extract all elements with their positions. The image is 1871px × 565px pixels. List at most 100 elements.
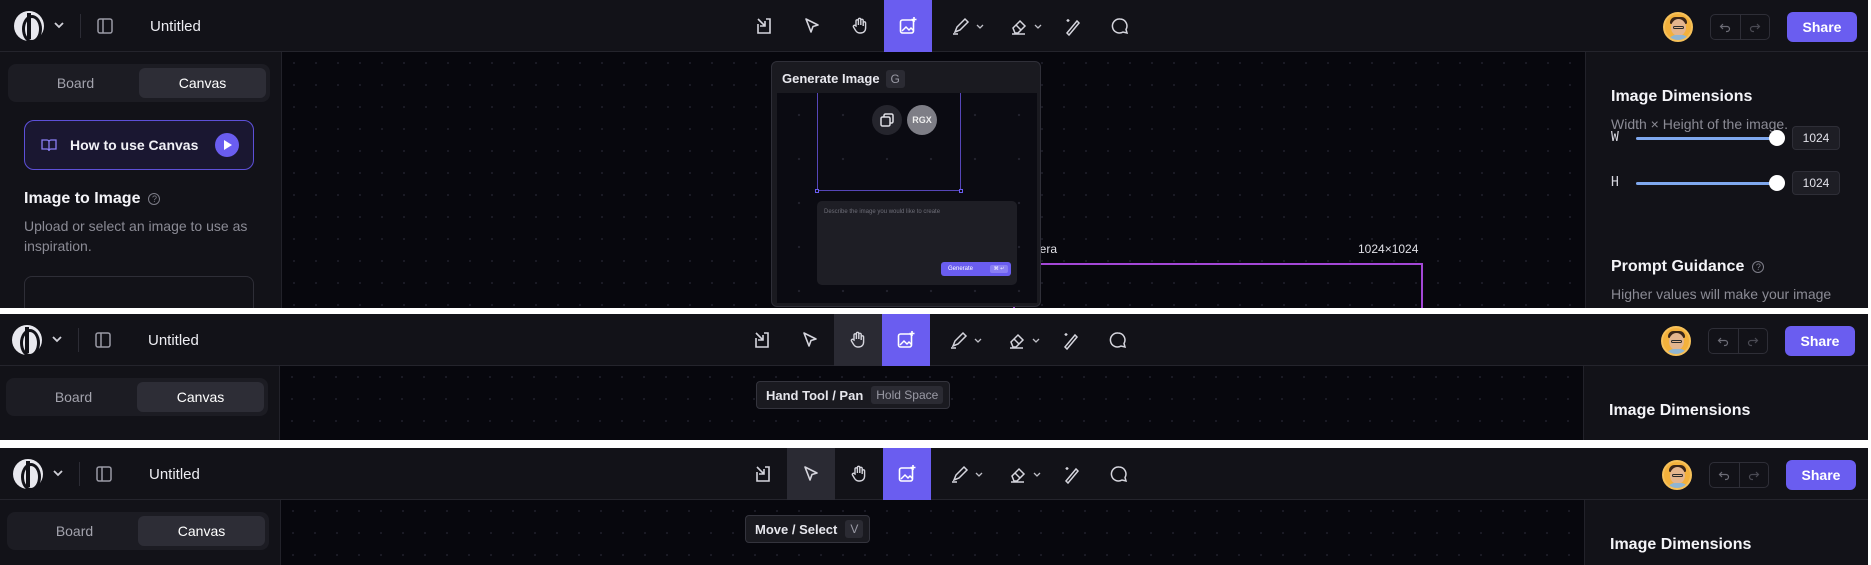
avatar[interactable] — [1663, 12, 1693, 42]
pen-tool[interactable] — [930, 314, 988, 366]
magic-wand-tool[interactable] — [1047, 448, 1095, 500]
tab-board[interactable]: Board — [12, 68, 139, 98]
magic-wand-icon — [1064, 467, 1080, 484]
document-title[interactable]: Untitled — [148, 332, 199, 349]
import-tool[interactable] — [738, 314, 786, 366]
pen-tool[interactable] — [931, 448, 989, 500]
generate-image-tool[interactable] — [882, 314, 930, 366]
height-input[interactable]: 1024 — [1792, 171, 1840, 195]
help-icon[interactable]: ? — [148, 193, 161, 205]
redo-icon — [1747, 337, 1759, 347]
select-tool[interactable] — [786, 314, 834, 366]
sidebar-toggle-icon[interactable] — [94, 331, 112, 349]
canvas-area[interactable] — [282, 500, 1584, 565]
image-dimensions-title: Image Dimensions — [1611, 88, 1753, 105]
chevron-down-icon[interactable] — [52, 18, 66, 32]
eraser-tool[interactable] — [988, 314, 1046, 366]
right-sidebar: Image Dimensions Width × Height of the i… — [1585, 52, 1868, 308]
import-tool[interactable] — [740, 0, 788, 52]
tab-canvas[interactable]: Canvas — [137, 382, 264, 412]
redo-button[interactable] — [1737, 329, 1768, 353]
book-icon — [41, 139, 57, 152]
redo-button[interactable] — [1738, 463, 1769, 487]
comment-tool[interactable] — [1096, 0, 1144, 52]
shortcut-key: Hold Space — [871, 386, 944, 404]
move-tool-tooltip: Move / Select V — [745, 515, 871, 543]
shortcut-key: G — [885, 70, 905, 88]
screen-generate-image: Untitled Share Board Canvas How to use C… — [0, 0, 1868, 308]
sidebar-toggle-icon[interactable] — [95, 465, 113, 483]
image-to-image-description: Upload or select an image to use as insp… — [24, 218, 248, 254]
document-title[interactable]: Untitled — [149, 466, 200, 483]
height-slider-track[interactable] — [1636, 182, 1776, 185]
tab-canvas[interactable]: Canvas — [139, 68, 266, 98]
toolbar — [739, 448, 1143, 500]
cursor-icon — [803, 332, 817, 347]
magic-wand-icon — [1063, 333, 1079, 350]
share-button[interactable]: Share — [1787, 12, 1857, 42]
image-upload-dropzone[interactable] — [24, 276, 254, 308]
import-icon — [757, 18, 771, 34]
how-to-use-canvas-button[interactable]: How to use Canvas — [24, 120, 254, 170]
eraser-icon — [1010, 333, 1025, 349]
hand-tool[interactable] — [834, 314, 882, 366]
logo-icon[interactable] — [13, 459, 43, 491]
generate-image-tool[interactable] — [884, 0, 932, 52]
comment-tool[interactable] — [1095, 448, 1143, 500]
height-slider-thumb[interactable] — [1769, 175, 1785, 191]
tab-board[interactable]: Board — [11, 516, 138, 546]
generation-frame[interactable] — [1013, 263, 1423, 308]
preview-generate-button: Generate ⌘ ↵ — [941, 262, 1011, 276]
width-input[interactable]: 1024 — [1792, 126, 1840, 150]
eraser-tool[interactable] — [989, 448, 1047, 500]
toolbar — [738, 314, 1142, 366]
preview-prompt-box: Describe the image you would like to cre… — [817, 201, 1017, 285]
sidebar-toggle-icon[interactable] — [96, 17, 114, 35]
comment-icon — [1111, 18, 1129, 35]
help-icon[interactable]: ? — [1752, 261, 1765, 273]
import-tool[interactable] — [739, 448, 787, 500]
left-sidebar: Board Canvas — [0, 500, 281, 565]
tab-canvas[interactable]: Canvas — [138, 516, 265, 546]
chevron-down-icon[interactable] — [50, 332, 64, 346]
left-sidebar: Board Canvas How to use Canvas Image to … — [0, 52, 282, 308]
share-button[interactable]: Share — [1785, 326, 1855, 356]
generate-image-tool[interactable] — [883, 448, 931, 500]
hand-tool[interactable] — [835, 448, 883, 500]
image-to-image-title: Image to Image? — [24, 190, 161, 208]
redo-button[interactable] — [1739, 15, 1770, 39]
magic-wand-tool[interactable] — [1046, 314, 1094, 366]
prompt-guidance-description: Higher values will make your image — [1611, 286, 1832, 302]
eraser-tool[interactable] — [990, 0, 1048, 52]
select-tool[interactable] — [787, 448, 835, 500]
divider — [80, 14, 81, 38]
undo-button[interactable] — [1710, 463, 1739, 487]
undo-button[interactable] — [1709, 329, 1738, 353]
undo-redo-group — [1709, 462, 1769, 488]
magic-wand-tool[interactable] — [1048, 0, 1096, 52]
chevron-down-icon — [975, 472, 983, 477]
chevron-down-icon — [1033, 472, 1041, 477]
right-sidebar: Image Dimensions — [1583, 366, 1868, 440]
undo-icon — [1718, 471, 1730, 481]
comment-tool[interactable] — [1094, 314, 1142, 366]
hand-tool[interactable] — [836, 0, 884, 52]
avatar[interactable] — [1662, 460, 1692, 490]
undo-icon — [1719, 23, 1731, 33]
share-button[interactable]: Share — [1786, 460, 1856, 490]
width-slider-thumb[interactable] — [1769, 130, 1785, 146]
undo-button[interactable] — [1711, 15, 1740, 39]
chevron-down-icon[interactable] — [51, 466, 65, 480]
logo-icon[interactable] — [14, 11, 44, 43]
avatar[interactable] — [1661, 326, 1691, 356]
screen-hand-tool: Untitled Share Board Canvas Image Dimens… — [0, 314, 1868, 440]
view-switcher: Board Canvas — [7, 512, 269, 550]
select-tool[interactable] — [788, 0, 836, 52]
top-bar: Untitled Share — [0, 448, 1868, 500]
document-title[interactable]: Untitled — [150, 18, 201, 35]
width-slider-track[interactable] — [1636, 137, 1776, 140]
logo-icon[interactable] — [12, 325, 42, 357]
cursor-icon — [805, 18, 819, 33]
tab-board[interactable]: Board — [10, 382, 137, 412]
pen-tool[interactable] — [932, 0, 990, 52]
